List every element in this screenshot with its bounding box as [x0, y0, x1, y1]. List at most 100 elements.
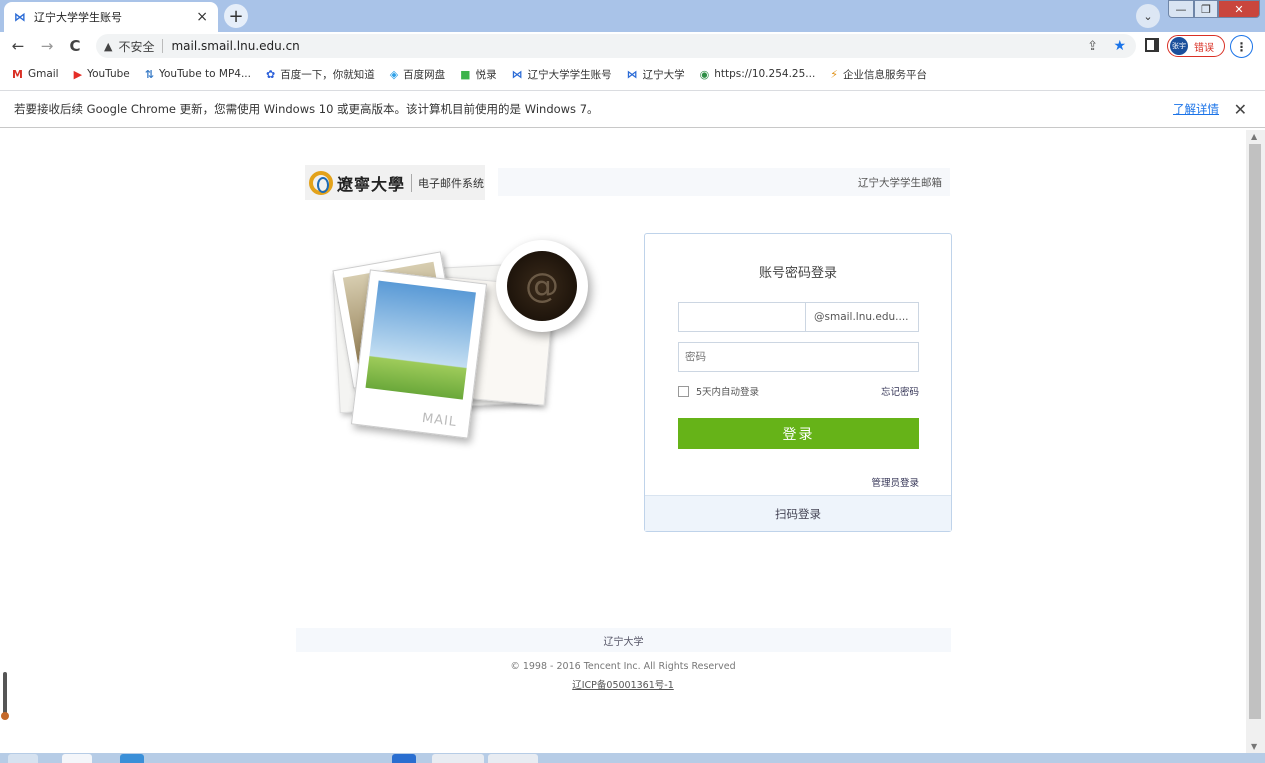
page-content: 遼寧大學 电子邮件系统 辽宁大学学生邮箱 MAIL @ 账号密码登录 @smai… — [0, 130, 1246, 753]
bookmark-item[interactable]: ⇅ YouTube to MP4... — [145, 68, 251, 81]
sprout-image — [365, 280, 476, 400]
infobar-message: 若要接收后续 Google Chrome 更新，您需使用 Windows 10 … — [14, 102, 599, 116]
reload-button[interactable]: C — [65, 36, 85, 56]
window-close-button[interactable]: ✕ — [1218, 0, 1260, 18]
bookmark-label: YouTube to MP4... — [158, 68, 251, 80]
start-button[interactable] — [8, 754, 38, 763]
logo-calligraphy: 遼寧大學 — [337, 174, 406, 194]
bookmark-label: 悦录 — [475, 68, 497, 81]
taskbar-app[interactable] — [488, 754, 538, 763]
taskbar-app[interactable] — [120, 754, 144, 763]
tab-close-icon[interactable]: × — [196, 9, 208, 25]
taskbar-chrome[interactable] — [432, 754, 484, 763]
bookmark-item[interactable]: M Gmail — [12, 68, 59, 81]
username-input[interactable] — [679, 303, 806, 331]
bookmark-item[interactable]: ⋈ 辽宁大学学生账号 — [512, 67, 612, 82]
login-panel: 账号密码登录 @smail.lnu.edu.... 5天内自动登录 忘记密码 登… — [644, 233, 952, 532]
tab-search-button[interactable]: ⌄ — [1136, 4, 1160, 28]
address-bar[interactable]: ▲ 不安全 mail.smail.lnu.edu.cn ⇪ ★ — [96, 34, 1136, 58]
bookmark-label: 辽宁大学 — [642, 68, 685, 81]
tab-title: 辽宁大学学生账号 — [34, 11, 122, 24]
coffee-cup-icon: @ — [496, 240, 588, 332]
taskbar-app[interactable] — [392, 754, 416, 763]
forward-button[interactable]: → — [37, 36, 57, 56]
domain-suffix[interactable]: @smail.lnu.edu.... — [806, 303, 918, 331]
copyright-text: © 1998 - 2016 Tencent Inc. All Rights Re… — [510, 661, 736, 672]
tab-lnu-account[interactable]: ⋈ 辽宁大学学生账号 × — [4, 2, 218, 32]
security-label[interactable]: 不安全 — [118, 38, 154, 55]
bookmark-item[interactable]: ✿ 百度一下，你就知道 — [266, 67, 375, 82]
browser-toolbar: ← → C ▲ 不安全 mail.smail.lnu.edu.cn ⇪ ★ 张宇… — [0, 32, 1265, 60]
youtube-icon: ▶ — [73, 67, 83, 81]
qr-login-link[interactable]: 扫码登录 — [645, 495, 951, 531]
window-maximize-button[interactable]: ❐ — [1194, 0, 1218, 18]
admin-login-link[interactable]: 管理员登录 — [871, 475, 919, 489]
logo-divider — [411, 173, 413, 192]
remember-checkbox[interactable] — [678, 385, 689, 397]
bookmark-item[interactable]: ⚡ 企业信息服务平台 — [830, 67, 927, 82]
learn-more-link[interactable]: 了解详情 — [1173, 101, 1219, 117]
bookmark-label: 企业信息服务平台 — [843, 68, 928, 81]
mailbox-label: 辽宁大学学生邮箱 — [858, 177, 942, 189]
login-button[interactable]: 登录 — [678, 418, 919, 449]
url-text[interactable]: mail.smail.lnu.edu.cn — [171, 39, 299, 53]
remember-me[interactable]: 5天内自动登录 — [678, 384, 759, 398]
browser-menu-button[interactable]: ⋮ — [1230, 35, 1253, 58]
yuelu-icon: ■ — [460, 67, 471, 81]
new-tab-button[interactable]: + — [224, 4, 248, 28]
vertical-scrollbar[interactable]: ▲ ▼ — [1246, 130, 1265, 753]
warning-icon[interactable]: ▲ — [104, 40, 112, 53]
bookmark-item[interactable]: ▶ YouTube — [74, 68, 130, 81]
baidu-pan-icon: ◈ — [389, 67, 399, 81]
window-minimize-button[interactable]: — — [1168, 0, 1194, 18]
scroll-down-icon[interactable]: ▼ — [1251, 742, 1257, 751]
scroll-up-icon[interactable]: ▲ — [1251, 132, 1257, 141]
scroll-thumb[interactable] — [1249, 144, 1261, 719]
share-icon[interactable]: ⇪ — [1087, 39, 1098, 54]
bookmark-item[interactable]: ⋈ 辽宁大学 — [627, 67, 685, 82]
taskbar-app[interactable] — [62, 754, 92, 763]
password-input[interactable] — [678, 342, 919, 372]
bookmark-label: Gmail — [27, 68, 59, 80]
coffee-at-symbol: @ — [507, 251, 577, 321]
thermometer-icon — [1, 672, 9, 720]
photo-front: MAIL — [350, 269, 488, 439]
side-panel-icon[interactable] — [1145, 38, 1159, 52]
gmail-icon: M — [12, 67, 23, 81]
logo-system-name: 电子邮件系统 — [418, 176, 485, 190]
footer-university-link[interactable]: 辽宁大学 — [604, 633, 644, 648]
os-taskbar — [0, 753, 1265, 763]
tab-strip: ⋈ 辽宁大学学生账号 × + ⌄ — ❐ ✕ — [0, 0, 1265, 32]
forgot-password-link[interactable]: 忘记密码 — [881, 384, 919, 398]
avatar: 张宇 — [1170, 37, 1188, 55]
university-emblem-icon — [309, 170, 333, 195]
remember-label[interactable]: 5天内自动登录 — [696, 384, 759, 398]
bookmark-label: 辽宁大学学生账号 — [527, 68, 612, 81]
bookmark-item[interactable]: ■ 悦录 — [460, 67, 496, 82]
header-strip: 辽宁大学学生邮箱 — [498, 168, 950, 196]
username-group: @smail.lnu.edu.... — [678, 302, 919, 332]
bookmark-item[interactable]: ◈ 百度网盘 — [390, 67, 445, 82]
profile-error-label: 错误 — [1194, 42, 1214, 54]
photo-caption: MAIL — [421, 410, 458, 431]
back-button[interactable]: ← — [8, 36, 28, 56]
update-infobar: 若要接收后续 Google Chrome 更新，您需使用 Windows 10 … — [0, 90, 1265, 128]
mail-illustration: MAIL @ — [330, 238, 610, 439]
baidu-icon: ✿ — [265, 67, 276, 81]
lnu-account-icon: ⋈ — [511, 67, 523, 81]
bookmark-label: 百度网盘 — [403, 68, 446, 81]
lnu-favicon-icon: ⋈ — [14, 10, 26, 24]
icp-link[interactable]: 辽ICP备05001361号-1 — [572, 680, 674, 691]
infobar-close-icon[interactable]: ✕ — [1234, 100, 1247, 119]
bookmark-item[interactable]: ◉ https://10.254.25... — [700, 68, 816, 81]
profile-button[interactable]: 张宇 错误 — [1167, 35, 1225, 57]
bookmark-star-icon[interactable]: ★ — [1113, 38, 1126, 54]
address-separator — [162, 39, 164, 53]
site-logo[interactable]: 遼寧大學 电子邮件系统 — [305, 165, 485, 200]
bookmark-label: YouTube — [87, 68, 130, 80]
bookmark-label: 百度一下，你就知道 — [280, 68, 375, 81]
convert-icon: ⇅ — [144, 67, 154, 81]
lnu-icon: ⋈ — [626, 67, 638, 81]
icp-record: 辽ICP备05001361号-1 — [0, 677, 1246, 691]
footer-bar: 辽宁大学 — [296, 628, 951, 652]
